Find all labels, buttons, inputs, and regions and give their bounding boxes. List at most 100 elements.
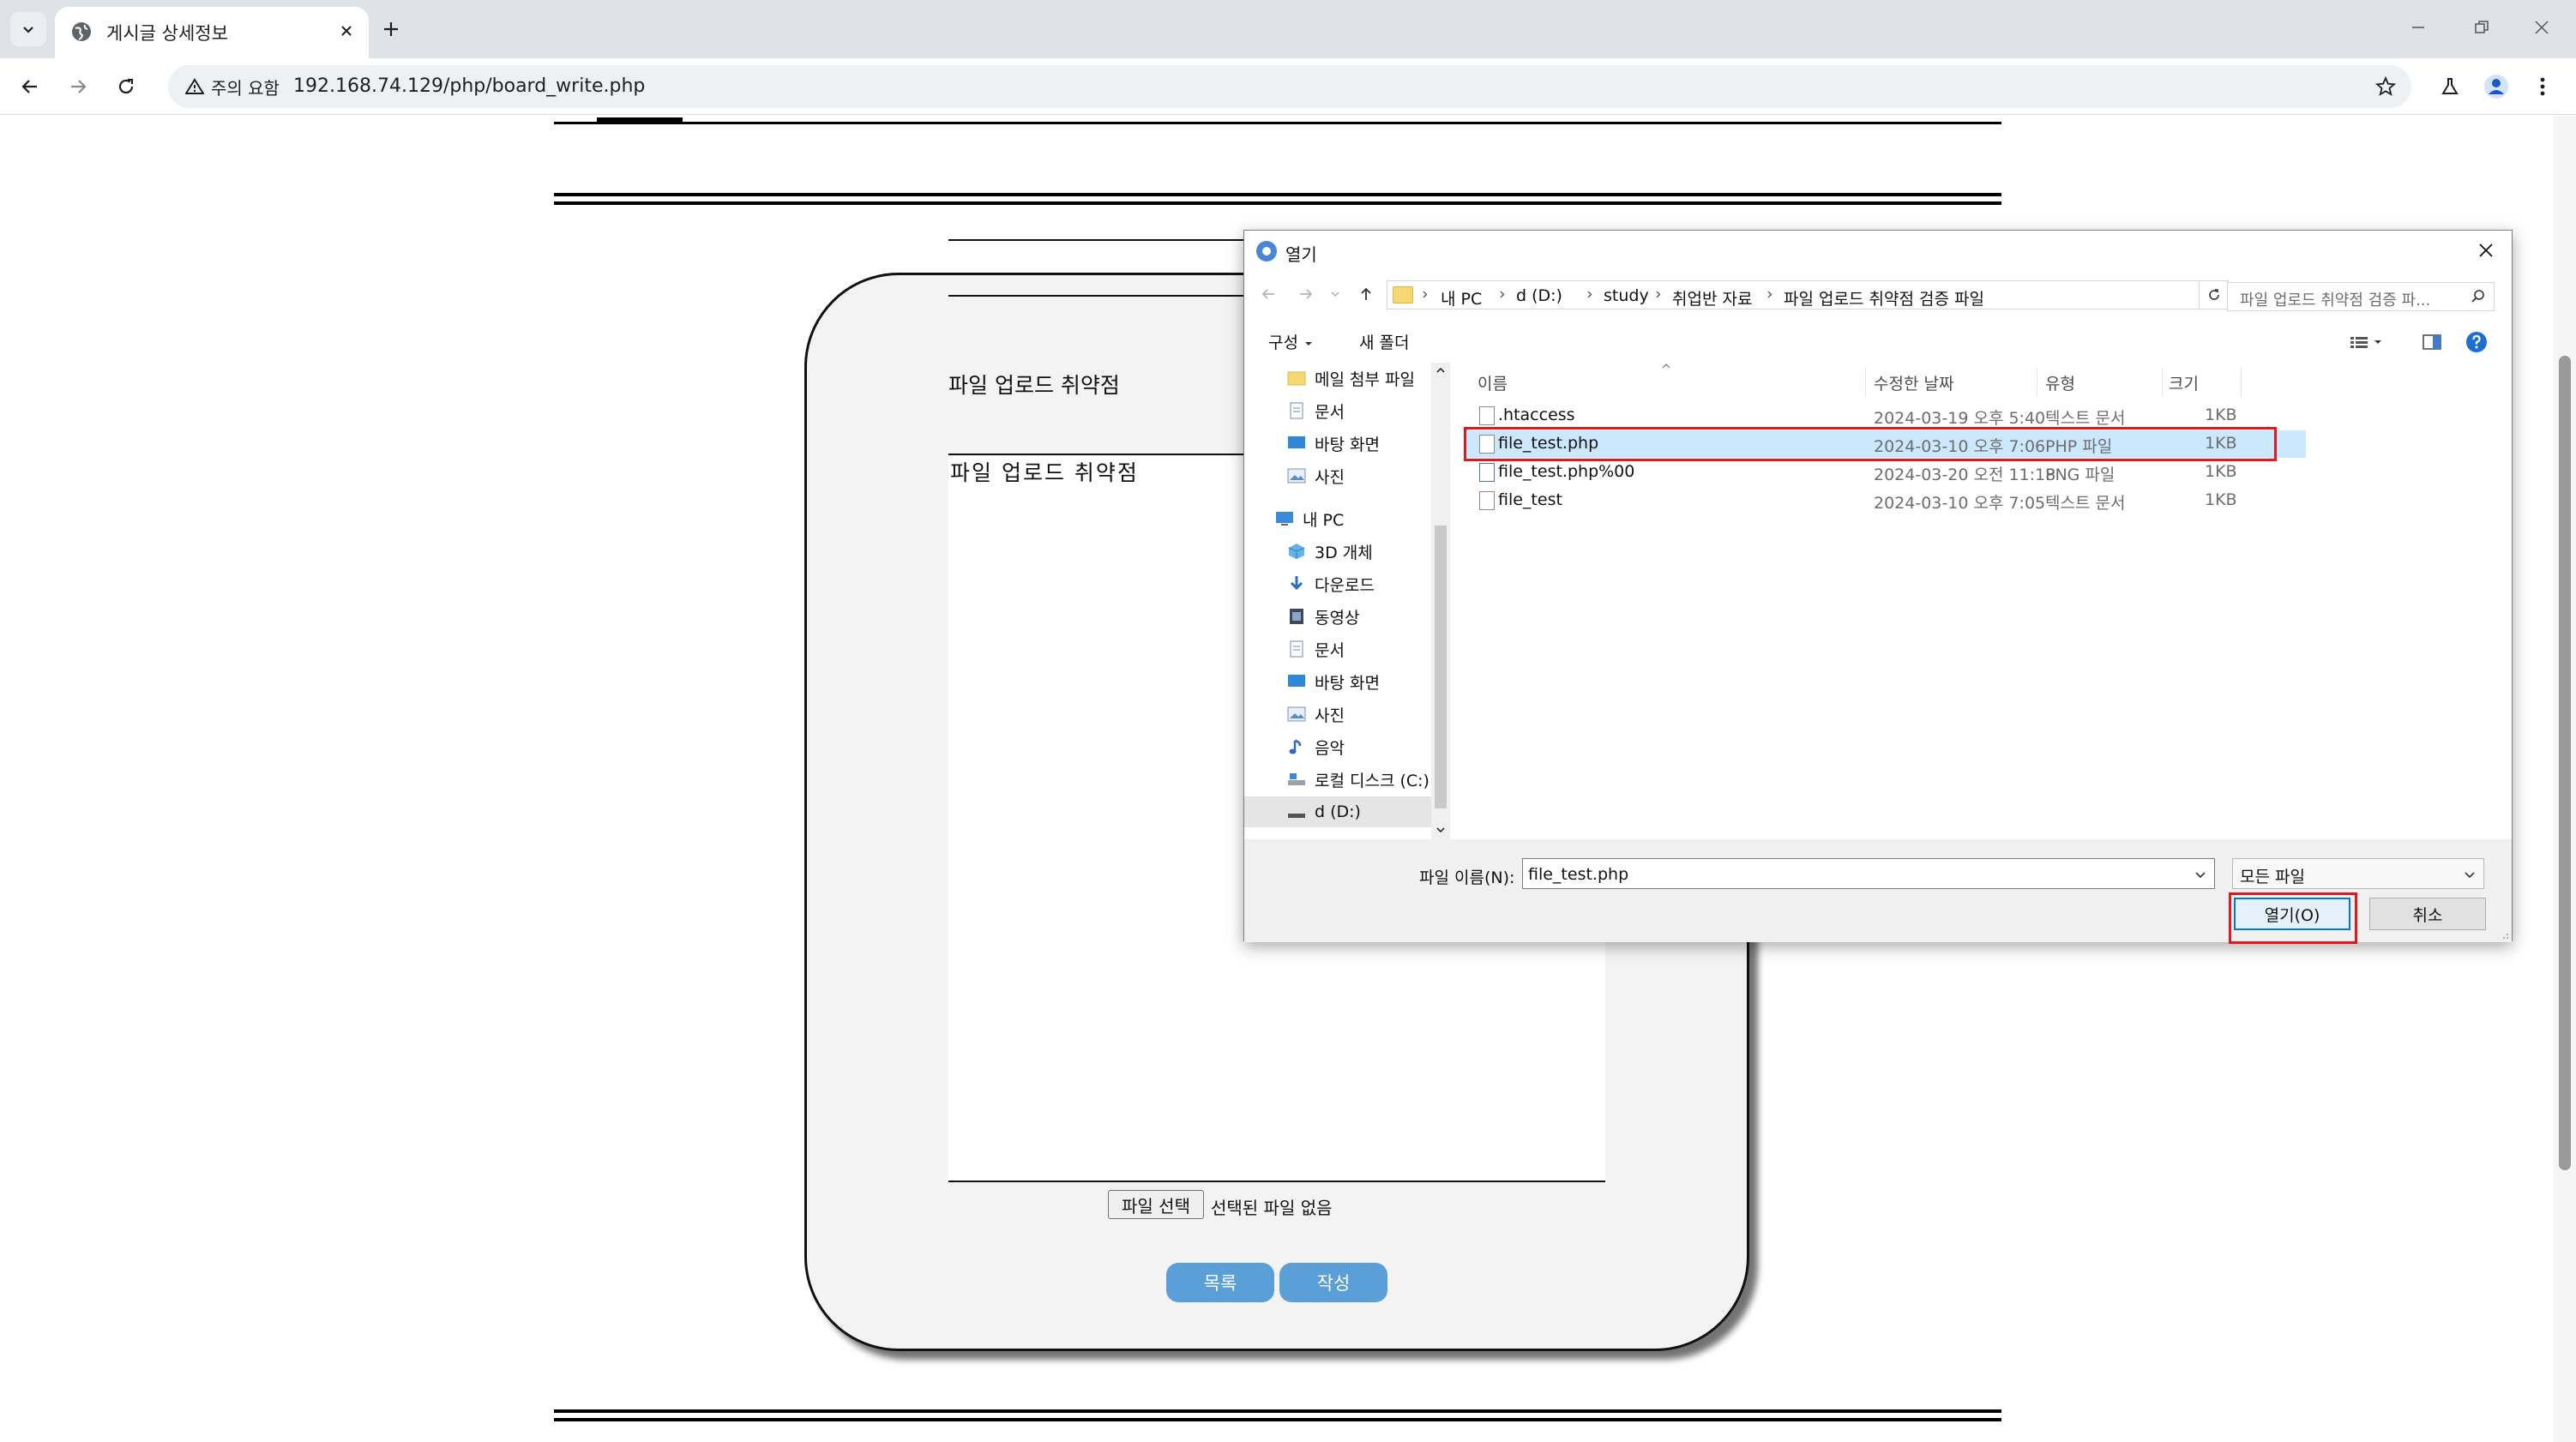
page-scrollbar-thumb[interactable]	[2559, 356, 2571, 1170]
pictures-icon	[1287, 706, 1306, 722]
reload-button[interactable]	[108, 69, 144, 105]
breadcrumb-item[interactable]: study	[1604, 286, 1649, 305]
breadcrumb-bar[interactable]: › 내 PC › d (D:) › study › 취업반 자료 › 파일 업로…	[1387, 280, 2312, 309]
breadcrumb-separator: ›	[1499, 285, 1506, 303]
pictures-icon	[1287, 468, 1306, 484]
nav-item-mail-attachments[interactable]: 메일 첨부 파일	[1244, 363, 1431, 394]
close-tab-button[interactable]	[333, 17, 360, 45]
reload-icon	[118, 78, 134, 94]
dialog-back-button[interactable]	[1256, 282, 1280, 306]
up-folder-button[interactable]	[1354, 282, 1378, 306]
dialog-forward-button[interactable]	[1294, 282, 1318, 306]
write-button[interactable]: 작성	[1279, 1263, 1387, 1302]
minimize-icon	[2412, 27, 2424, 28]
list-button[interactable]: 목록	[1166, 1263, 1274, 1302]
nav-item-3d-objects[interactable]: 3D 개체	[1244, 536, 1431, 567]
dialog-search-input[interactable]: 파일 업로드 취약점 검증 파...	[2227, 282, 2495, 311]
organize-menu[interactable]: 구성	[1268, 330, 1314, 353]
dialog-refresh-button[interactable]	[2200, 280, 2229, 309]
tab-strip: 게시글 상세정보	[0, 0, 2576, 58]
file-choose-button[interactable]: 파일 선택	[1108, 1190, 1204, 1219]
bookmark-button[interactable]	[2372, 73, 2399, 100]
back-button[interactable]	[12, 69, 48, 105]
filetype-dropdown[interactable]	[2461, 866, 2478, 883]
nav-item-desktop[interactable]: 바탕 화면	[1244, 666, 1431, 697]
file-status-text: 선택된 파일 없음	[1211, 1198, 1333, 1218]
dialog-close-button[interactable]	[2469, 236, 2503, 265]
column-divider	[2241, 368, 2242, 397]
view-options-button[interactable]	[2344, 330, 2392, 354]
nav-item-documents[interactable]: 문서	[1244, 634, 1431, 664]
column-header-name[interactable]: 이름	[1478, 371, 1508, 394]
text-file-icon	[1479, 406, 1495, 425]
dialog-command-bar: 구성 새 폴더	[1244, 318, 2512, 363]
window-close-button[interactable]	[2516, 10, 2567, 45]
preview-pane-button[interactable]	[2419, 330, 2445, 354]
browser-menu-button[interactable]	[2525, 69, 2561, 105]
file-row[interactable]: file_test.php%00 2024-03-20 오전 11:18 PNG…	[1466, 459, 2306, 486]
breadcrumb-item[interactable]: 취업반 자료	[1672, 286, 1752, 309]
recent-locations-button[interactable]	[1328, 282, 1342, 306]
column-header-date[interactable]: 수정한 날짜	[1874, 371, 1953, 394]
nav-item-label: 바탕 화면	[1315, 673, 1380, 693]
new-folder-button[interactable]: 새 폴더	[1359, 330, 1409, 353]
url-text[interactable]: 192.168.74.129/php/board_write.php	[293, 75, 645, 97]
browser-tab[interactable]: 게시글 상세정보	[55, 7, 369, 58]
address-bar[interactable]: 주의 요함 192.168.74.129/php/board_write.php	[168, 65, 2411, 108]
nav-item-label: 로컬 디스크 (C:)	[1315, 771, 1429, 790]
nav-item-pictures[interactable]: 사진	[1244, 460, 1431, 491]
top-divider	[554, 122, 2001, 124]
page-scrollbar[interactable]	[2554, 116, 2576, 1442]
chevron-down-icon	[23, 27, 33, 33]
column-header-size[interactable]: 크기	[2169, 371, 2199, 394]
nav-item-downloads[interactable]: 다운로드	[1244, 568, 1431, 599]
nav-item-documents[interactable]: 문서	[1244, 395, 1431, 426]
filename-dropdown[interactable]	[2192, 866, 2209, 883]
nav-item-pictures[interactable]: 사진	[1244, 699, 1431, 730]
resize-grip-icon[interactable]	[2499, 929, 2509, 940]
back-arrow-icon	[1261, 289, 1274, 299]
minimize-button[interactable]	[2392, 10, 2444, 45]
nav-item-music[interactable]: 음악	[1244, 731, 1431, 762]
breadcrumb-item[interactable]: 파일 업로드 취약점 검증 파일	[1784, 286, 1984, 309]
nav-item-desktop[interactable]: 바탕 화면	[1244, 428, 1431, 459]
file-row[interactable]: .htaccess 2024-03-19 오후 5:40 텍스트 문서 1KB	[1466, 402, 2306, 430]
title-field-bottom-line	[948, 295, 1245, 297]
nav-pane-scrollbar[interactable]	[1431, 363, 1450, 839]
security-chip[interactable]: 주의 요함	[175, 71, 292, 102]
labs-button[interactable]	[2432, 69, 2468, 105]
cancel-button[interactable]: 취소	[2369, 898, 2486, 930]
post-title-field[interactable]: 파일 업로드 취약점	[948, 369, 1120, 400]
forward-button[interactable]	[60, 69, 96, 105]
filetype-select[interactable]: 모든 파일	[2232, 858, 2484, 889]
header-rule-upper	[554, 193, 2001, 196]
file-row[interactable]: file_test 2024-03-10 오후 7:05 텍스트 문서 1KB	[1466, 487, 2306, 514]
profile-button[interactable]	[2478, 69, 2514, 105]
nav-item-drive-d[interactable]: d (D:)	[1244, 796, 1431, 827]
breadcrumb-item[interactable]: d (D:)	[1516, 286, 1562, 305]
preview-pane-icon	[2423, 334, 2441, 350]
new-tab-button[interactable]	[376, 14, 406, 45]
file-date: 2024-03-10 오후 7:05	[1874, 494, 2046, 513]
help-button[interactable]	[2464, 330, 2489, 354]
breadcrumb-item[interactable]: 내 PC	[1441, 286, 1482, 309]
folder-icon	[1287, 371, 1306, 386]
column-header-type[interactable]: 유형	[2045, 371, 2075, 394]
close-icon	[341, 26, 352, 36]
png-file-icon	[1479, 463, 1495, 482]
tab-search-button[interactable]	[10, 12, 46, 46]
desktop-icon	[1288, 675, 1305, 687]
filename-input[interactable]: file_test.php	[1522, 858, 2215, 889]
view-list-icon	[2350, 337, 2381, 348]
nav-item-local-disk-c[interactable]: 로컬 디스크 (C:)	[1244, 764, 1431, 795]
restore-button[interactable]	[2456, 10, 2507, 45]
browser-toolbar: 주의 요함 192.168.74.129/php/board_write.php	[0, 58, 2576, 115]
music-icon	[1289, 739, 1302, 754]
file-name: .htaccess	[1498, 406, 1575, 424]
nav-item-this-pc[interactable]: 내 PC	[1244, 503, 1431, 534]
nav-pane-scrollbar-thumb[interactable]	[1435, 526, 1447, 808]
nav-item-videos[interactable]: 동영상	[1244, 601, 1431, 632]
local-disk-icon	[1288, 773, 1305, 785]
download-icon	[1290, 576, 1303, 591]
file-date: 2024-03-19 오후 5:40	[1874, 409, 2046, 428]
